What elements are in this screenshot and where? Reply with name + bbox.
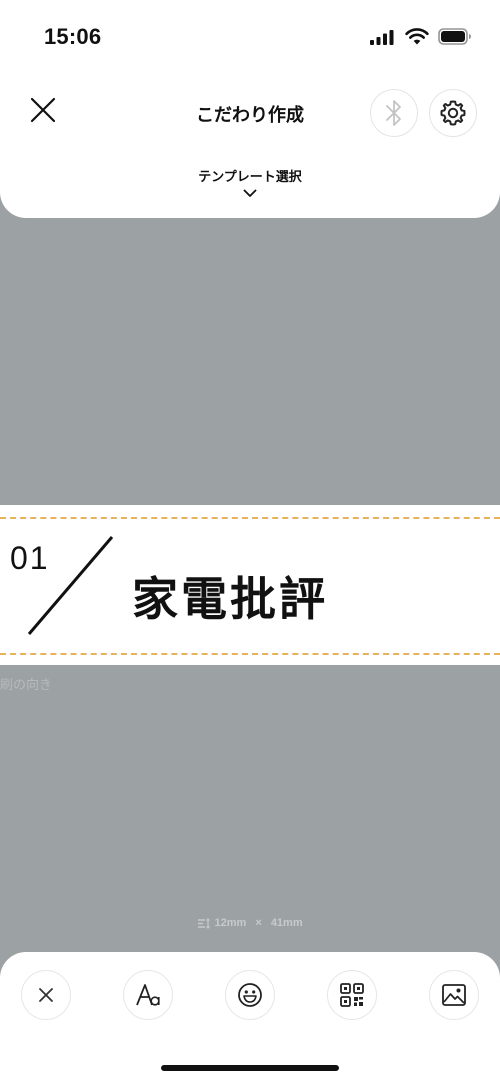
print-orientation-text: 刷の向き bbox=[0, 678, 53, 693]
smiley-icon bbox=[238, 983, 262, 1007]
label-height: 12mm bbox=[214, 917, 247, 930]
emoji-button[interactable] bbox=[225, 970, 275, 1020]
qr-code-button[interactable] bbox=[327, 970, 377, 1020]
page-title: こだわり作成 bbox=[196, 105, 304, 126]
tape-size-icon bbox=[198, 917, 211, 929]
status-time: 15:06 bbox=[44, 24, 102, 49]
bottom-toolbar bbox=[0, 952, 500, 1082]
gear-icon bbox=[440, 100, 466, 126]
battery-icon bbox=[438, 28, 471, 45]
template-select[interactable]: テンプレート選択 bbox=[150, 166, 350, 198]
label-width: 41mm bbox=[270, 917, 303, 930]
header: 15:06 こだわり作成 テンプレート選択 bbox=[0, 0, 500, 218]
image-button[interactable] bbox=[429, 970, 479, 1020]
chevron-down-icon bbox=[243, 189, 257, 197]
bluetooth-button[interactable] bbox=[370, 89, 418, 137]
cut-line-bottom bbox=[0, 653, 500, 655]
label-preview[interactable]: 01 家電批評 bbox=[0, 505, 500, 665]
wifi-icon bbox=[405, 28, 429, 45]
size-separator: × bbox=[255, 917, 262, 930]
text-font-icon bbox=[136, 984, 160, 1006]
image-icon bbox=[442, 984, 466, 1006]
signal-icon bbox=[370, 29, 394, 45]
slash-line bbox=[27, 536, 114, 635]
qr-code-icon bbox=[340, 983, 364, 1007]
label-size-readout: 12mm × 41mm bbox=[0, 917, 500, 929]
settings-button[interactable] bbox=[429, 89, 477, 137]
bluetooth-icon bbox=[386, 100, 401, 126]
cut-line-top bbox=[0, 517, 500, 519]
delete-button[interactable] bbox=[21, 970, 71, 1020]
template-select-label: テンプレート選択 bbox=[198, 170, 302, 185]
close-icon bbox=[39, 988, 53, 1002]
text-button[interactable] bbox=[123, 970, 173, 1020]
label-text[interactable]: 家電批評 bbox=[132, 563, 328, 629]
home-indicator bbox=[161, 1065, 339, 1071]
status-icons bbox=[370, 28, 472, 45]
